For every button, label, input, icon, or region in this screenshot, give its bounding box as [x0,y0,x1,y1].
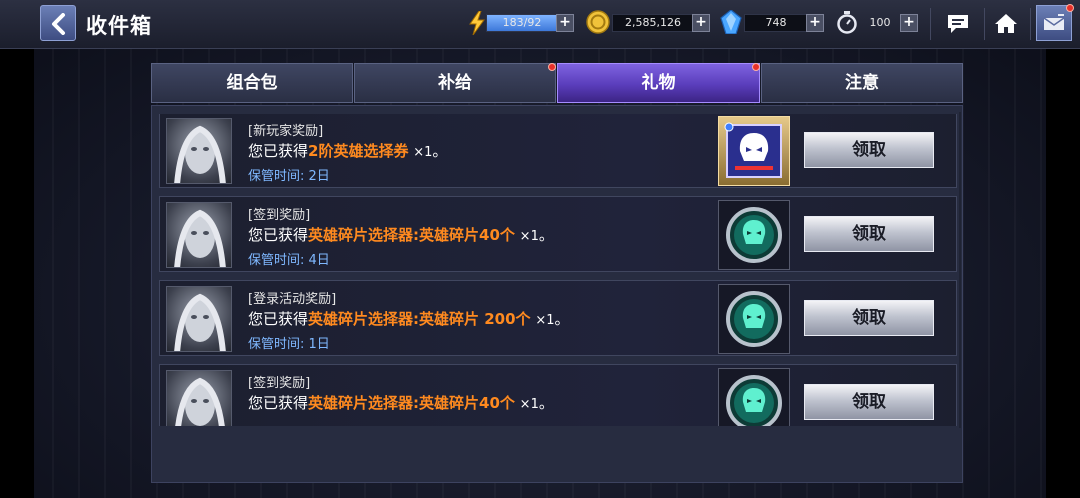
tab-notice[interactable]: 注意 [761,63,963,103]
chevron-left-icon [52,13,65,35]
sender-portrait [166,370,232,426]
message-tag: [新玩家奖励] [248,124,324,139]
message-tag: [登录活动奖励] [248,292,337,307]
message-tag: [签到奖励] [248,208,311,223]
hero-shard-icon [726,291,782,347]
reward-slot[interactable] [718,368,790,426]
gold-resource: 2,585,126 + [586,10,712,34]
crystal-plus-button[interactable]: + [806,14,824,32]
claim-button[interactable]: 领取 [804,132,934,168]
message-text: 您已获得英雄碎片选择器:英雄碎片40个 ×1。 [248,394,554,412]
gold-plus-button[interactable]: + [692,14,710,32]
tab-supplies[interactable]: 补给 [354,63,556,103]
mail-icon [1043,14,1065,30]
list-item: [签到奖励] 您已获得英雄碎片选择器:英雄碎片40个 ×1。 领取 [159,364,957,426]
claim-button[interactable]: 领取 [804,384,934,420]
claim-button[interactable]: 领取 [804,216,934,252]
divider [984,8,985,40]
chat-icon [948,15,968,33]
list-item: [新玩家奖励] 您已获得2阶英雄选择券 ×1。 保管时间: 2日 领取 [159,114,957,188]
sender-portrait [166,118,232,184]
keep-time: 保管时间: 1日 [248,337,330,352]
keep-time: 保管时间: 4日 [248,253,330,268]
divider [1030,8,1031,40]
gold-value: 2,585,126 [612,14,694,32]
energy-value: 183/92 [502,16,542,29]
notification-dot [1066,4,1074,12]
tab-gifts[interactable]: 礼物 [557,63,760,103]
home-button[interactable] [988,6,1024,42]
stopwatch-icon [837,11,857,34]
crystal-value: 748 [744,14,808,32]
sender-portrait [166,286,232,352]
claim-button[interactable]: 领取 [804,300,934,336]
message-list[interactable]: [新玩家奖励] 您已获得2阶英雄选择券 ×1。 保管时间: 2日 领取 [签到奖… [159,114,957,426]
energy-resource: 183/92 + [468,11,578,35]
back-button[interactable] [40,5,76,41]
scrollbar-track[interactable] [959,112,961,428]
reward-item-name: 英雄碎片选择器:英雄碎片40个 [308,394,515,412]
stamina-resource: 100 + [836,11,918,34]
hero-ticket-icon [724,122,782,178]
tab-bar: 组合包 补给 礼物 注意 [151,63,963,103]
reward-item-name: 2阶英雄选择券 [308,142,409,160]
coin-icon [586,10,610,34]
message-tag: [签到奖励] [248,376,311,391]
crystal-icon [720,10,742,34]
reward-item-name: 英雄碎片选择器:英雄碎片40个 [308,226,515,244]
stamina-plus-button[interactable]: + [900,14,918,32]
tab-bundles[interactable]: 组合包 [151,63,353,103]
page-title: 收件箱 [86,14,152,38]
notification-dot [548,63,556,71]
chat-button[interactable] [940,6,976,42]
energy-bar: 183/92 [486,14,558,32]
energy-plus-button[interactable]: + [556,14,574,32]
keep-time: 保管时间: 2日 [248,169,330,184]
message-text: 您已获得英雄碎片选择器:英雄碎片40个 ×1。 [248,226,554,244]
left-letterbox [0,48,34,498]
reward-slot[interactable] [718,200,790,270]
lightning-icon [469,11,485,35]
reward-slot[interactable] [718,116,790,186]
hero-shard-icon [726,375,782,426]
right-letterbox [1046,48,1080,498]
stamina-value: 100 [869,16,891,29]
top-bar: 收件箱 183/92 + 2,585,126 + 748 + 100 + [0,0,1080,49]
reward-slot[interactable] [718,284,790,354]
message-text: 您已获得2阶英雄选择券 ×1。 [248,142,448,160]
divider [930,8,931,40]
notification-dot [752,63,760,71]
list-item: [登录活动奖励] 您已获得英雄碎片选择器:英雄碎片 200个 ×1。 保管时间:… [159,280,957,356]
list-item: [签到奖励] 您已获得英雄碎片选择器:英雄碎片40个 ×1。 保管时间: 4日 … [159,196,957,272]
sender-portrait [166,202,232,268]
message-text: 您已获得英雄碎片选择器:英雄碎片 200个 ×1。 [248,310,570,328]
crystal-resource: 748 + [720,10,826,34]
home-icon [995,14,1017,33]
reward-item-name: 英雄碎片选择器:英雄碎片 200个 [308,310,531,328]
hero-shard-icon [726,207,782,263]
